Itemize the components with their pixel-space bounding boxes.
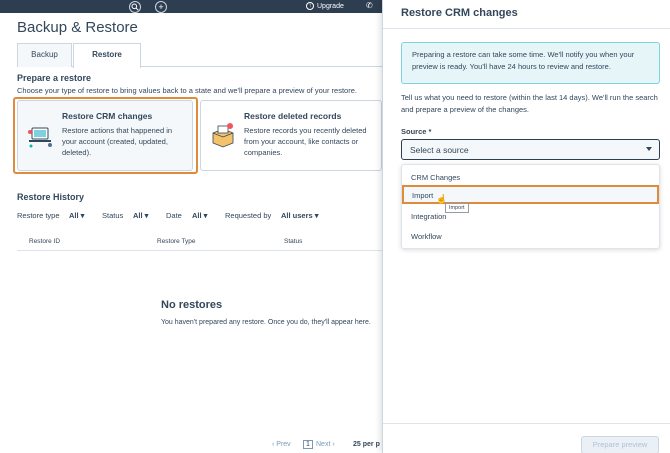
empty-state-title: No restores — [161, 299, 223, 311]
option-workflow[interactable]: Workflow — [402, 226, 659, 245]
page-title: Backup & Restore — [17, 19, 138, 36]
crm-card-highlight — [13, 97, 198, 174]
col-restore-type[interactable]: Restore Type — [157, 238, 196, 245]
tabs: Backup Restore — [17, 43, 382, 68]
info-alert: Preparing a restore can take some time. … — [401, 42, 660, 84]
upgrade-label: Upgrade — [317, 2, 344, 10]
history-table-header: Restore ID Restore Type Status — [17, 233, 382, 251]
prev-link[interactable]: ‹ Prev — [272, 441, 291, 448]
panel-title: Restore CRM changes — [401, 7, 518, 19]
source-label: Source * — [401, 127, 432, 136]
import-tooltip: Import — [445, 203, 469, 213]
history-title: Restore History — [17, 192, 85, 202]
source-select[interactable]: Select a source — [401, 139, 660, 160]
filter-date-label: Date — [166, 211, 182, 220]
empty-state-description: You haven't prepared any restore. Once y… — [161, 319, 371, 326]
deleted-records-icon — [212, 123, 234, 148]
source-dropdown: CRM Changes Import Integration Workflow — [401, 164, 660, 249]
plus-icon[interactable]: + — [155, 1, 167, 13]
search-icon[interactable] — [129, 1, 141, 13]
col-status[interactable]: Status — [284, 238, 302, 245]
per-page-select[interactable]: 25 per p — [353, 441, 380, 448]
caret-down-icon — [646, 147, 652, 151]
tab-backup[interactable]: Backup — [17, 43, 72, 67]
restore-deleted-records-card[interactable]: Restore deleted records Restore records … — [200, 100, 382, 171]
panel-divider — [383, 28, 670, 29]
prepare-description: Choose your type of restore to bring val… — [17, 86, 357, 95]
top-nav: + ↑ Upgrade ✆ — [0, 0, 382, 13]
panel-description: Tell us what you need to restore (within… — [401, 93, 658, 114]
col-restore-id[interactable]: Restore ID — [29, 238, 60, 245]
phone-icon[interactable]: ✆ — [366, 1, 373, 10]
deleted-card-title: Restore deleted records — [244, 111, 342, 121]
next-link[interactable]: Next › — [316, 441, 335, 448]
restore-crm-panel: Restore CRM changes Preparing a restore … — [382, 0, 670, 453]
footer-divider — [383, 423, 670, 424]
filter-restore-type-label: Restore type — [17, 211, 60, 220]
deleted-card-description: Restore records you recently deleted fro… — [244, 126, 367, 157]
backup-restore-page: Backup & Restore Backup Restore Prepare … — [0, 13, 382, 453]
option-crm-changes[interactable]: CRM Changes — [402, 167, 659, 186]
filter-date[interactable]: All ▾ — [192, 211, 207, 220]
source-select-value: Select a source — [410, 145, 469, 155]
filter-requested-by-label: Requested by — [225, 211, 272, 220]
upgrade-link[interactable]: ↑ Upgrade — [306, 2, 344, 10]
filter-status-label: Status — [102, 211, 124, 220]
tab-restore[interactable]: Restore — [73, 43, 141, 68]
option-integration[interactable]: Integration — [402, 206, 659, 225]
filter-restore-type[interactable]: All ▾ — [69, 211, 84, 220]
upgrade-icon: ↑ — [306, 2, 314, 10]
prepare-preview-button[interactable]: Prepare preview — [581, 436, 659, 453]
filter-status[interactable]: All ▾ — [133, 211, 148, 220]
filter-requested-by[interactable]: All users ▾ — [281, 211, 319, 220]
page-number[interactable]: 1 — [303, 440, 313, 449]
prepare-title: Prepare a restore — [17, 73, 92, 83]
